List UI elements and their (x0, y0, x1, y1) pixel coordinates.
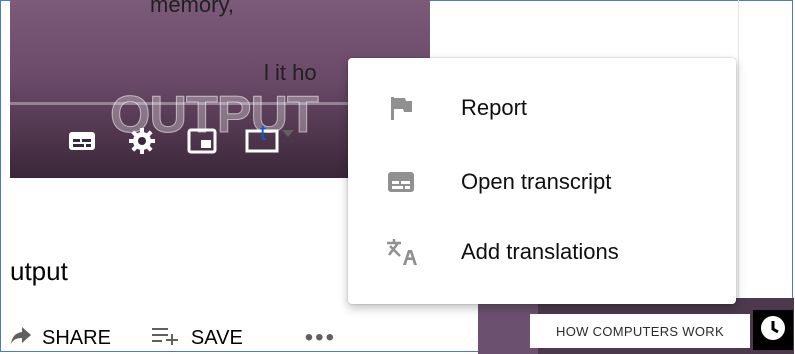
related-video-thumbnail[interactable]: HOW COMPUTERS WORK (478, 298, 794, 354)
share-button[interactable]: SHARE (10, 325, 111, 351)
miniplayer-icon (187, 128, 217, 159)
miniplayer-button[interactable] (182, 125, 222, 161)
sidebar-link-partial[interactable]: t (260, 120, 266, 146)
playlist-add-icon (151, 325, 181, 351)
menu-item-add-translations[interactable]: Add translations (348, 224, 736, 280)
share-label: SHARE (42, 326, 111, 349)
share-icon (10, 325, 32, 351)
video-actions: SHARE SAVE ••• (10, 322, 336, 354)
save-label: SAVE (190, 326, 243, 349)
translate-icon (384, 235, 418, 269)
settings-gear-icon (127, 126, 157, 161)
player-controls (62, 125, 282, 161)
menu-item-report-label: Report (461, 95, 528, 120)
watch-later-button[interactable] (753, 310, 793, 350)
context-menu: Report Open transcript Add translations (348, 58, 736, 304)
menu-item-add-translations-label: Add translations (461, 239, 619, 264)
sidebar-text-mid: l it ho (264, 60, 317, 85)
flag-icon (384, 91, 418, 125)
subtitles-icon (67, 129, 97, 158)
thumbnail-pattern (478, 298, 538, 354)
menu-item-open-transcript-label: Open transcript (461, 169, 612, 194)
more-actions-button[interactable]: ••• (305, 324, 336, 352)
column-divider (738, 0, 739, 300)
transcript-icon (384, 165, 418, 199)
video-title: utput (10, 256, 68, 286)
settings-button[interactable] (122, 125, 162, 161)
menu-item-report[interactable]: Report (348, 80, 736, 136)
subtitles-button[interactable] (62, 125, 102, 161)
clock-icon (759, 314, 787, 347)
chevron-down-icon[interactable] (282, 130, 294, 137)
thumbnail-label: HOW COMPUTERS WORK (530, 314, 750, 348)
menu-item-open-transcript[interactable]: Open transcript (348, 154, 736, 210)
save-button[interactable]: SAVE (151, 325, 243, 351)
sidebar-text-top: memory, (150, 0, 234, 17)
